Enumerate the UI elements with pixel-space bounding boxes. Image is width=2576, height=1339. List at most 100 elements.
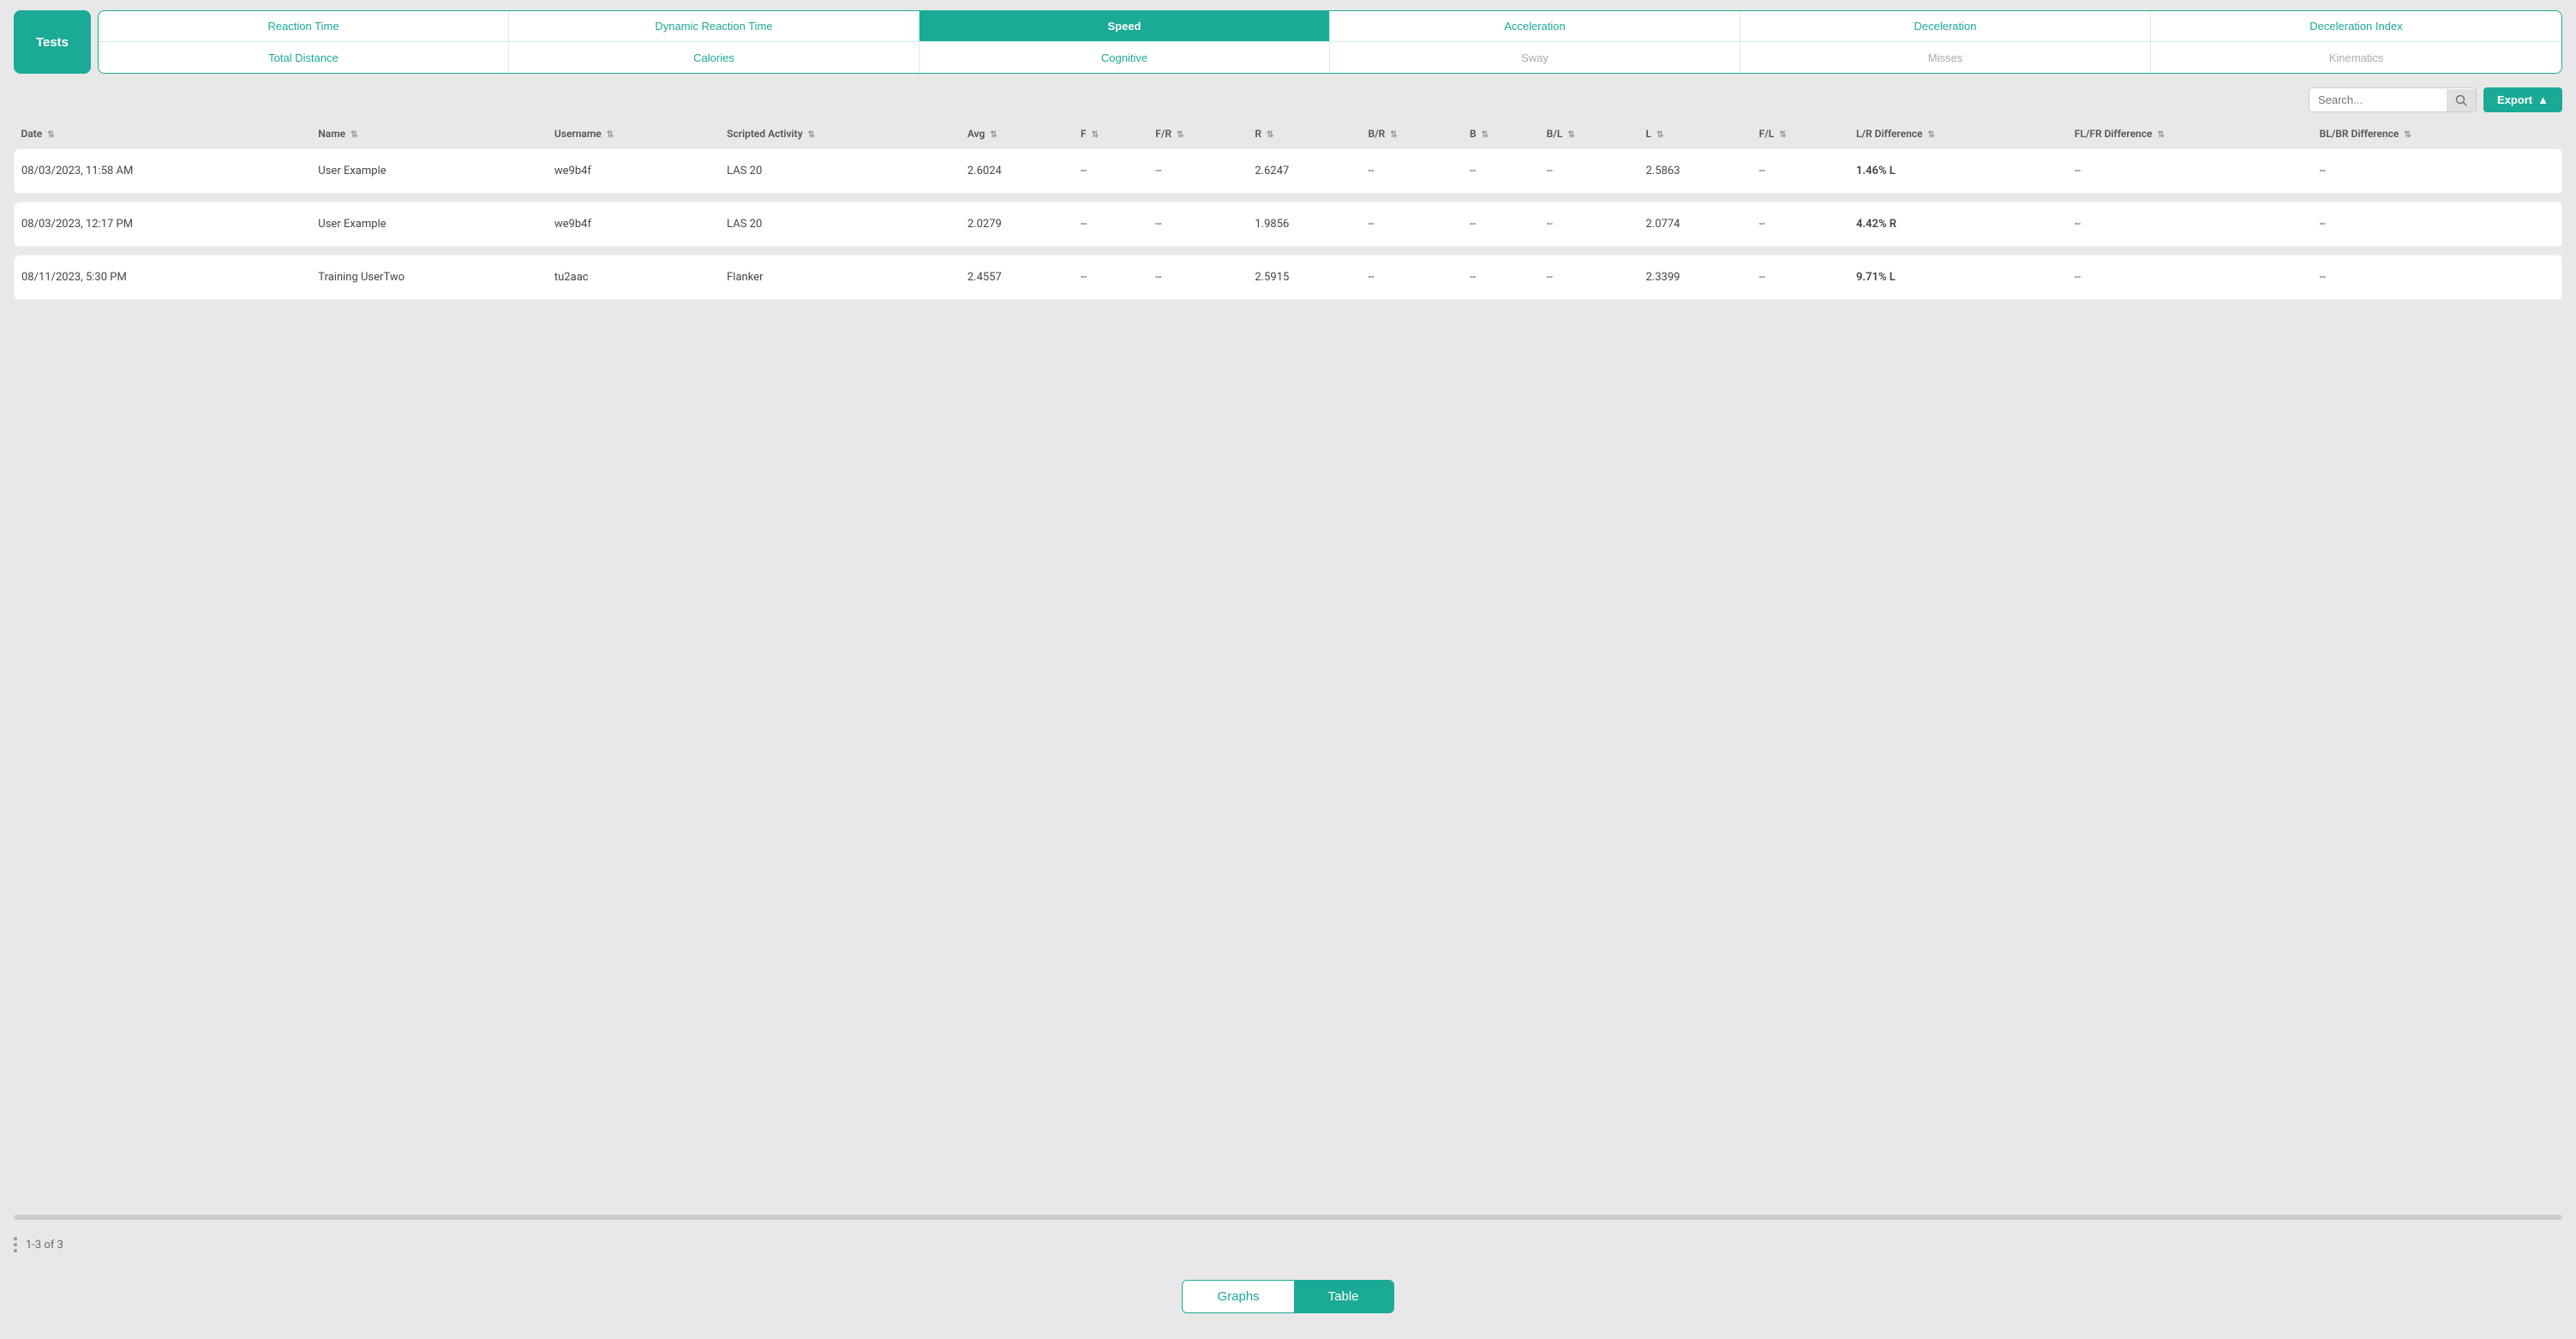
graphs-toggle-button[interactable]: Graphs [1183, 1281, 1293, 1312]
sort-icon-fr: ⇅ [1177, 130, 1183, 140]
sort-icon-username: ⇅ [607, 130, 614, 140]
col-fr[interactable]: F/R ⇅ [1148, 119, 1248, 149]
table-cell: -- [1463, 149, 1540, 194]
search-button[interactable] [2447, 89, 2476, 111]
table-cell: -- [1074, 255, 1148, 300]
table-cell: -- [1752, 202, 1849, 247]
table-cell: LAS 20 [720, 149, 961, 194]
table-cell: -- [1752, 255, 1849, 300]
table-cell: -- [1361, 202, 1462, 247]
col-blbr-difference[interactable]: BL/BR Difference ⇅ [2313, 119, 2562, 149]
col-r[interactable]: R ⇅ [1248, 119, 1361, 149]
table-cell: LAS 20 [720, 202, 961, 247]
col-name[interactable]: Name ⇅ [311, 119, 548, 149]
table-cell: -- [1463, 202, 1540, 247]
sort-icon-b: ⇅ [1482, 130, 1489, 140]
toggle-group: Graphs Table [1182, 1280, 1393, 1313]
sort-icon-lr-difference: ⇅ [1928, 130, 1935, 140]
col-lr-difference[interactable]: L/R Difference ⇅ [1849, 119, 2068, 149]
table-cell: 2.6024 [961, 149, 1074, 194]
sort-icon-blbr-difference: ⇅ [2404, 130, 2411, 140]
sort-icon-date: ⇅ [47, 130, 54, 140]
table-cell: -- [1540, 255, 1639, 300]
table-cell: 2.5915 [1248, 255, 1361, 300]
export-label: Export [2497, 93, 2532, 106]
table-cell: -- [2068, 255, 2313, 300]
col-f[interactable]: F ⇅ [1074, 119, 1148, 149]
tab-reaction-time[interactable]: Reaction Time [99, 11, 509, 42]
tab-calories[interactable]: Calories [509, 42, 920, 73]
dot1 [14, 1237, 17, 1240]
col-bl[interactable]: B/L ⇅ [1540, 119, 1639, 149]
col-username[interactable]: Username ⇅ [548, 119, 720, 149]
col-date[interactable]: Date ⇅ [15, 119, 312, 149]
table-cell: -- [2313, 202, 2562, 247]
col-fl[interactable]: F/L ⇅ [1752, 119, 1849, 149]
dot3 [14, 1249, 17, 1252]
tab-sway: Sway [1330, 42, 1740, 73]
table-cell: 2.4557 [961, 255, 1074, 300]
table-cell: -- [1540, 149, 1639, 194]
table-cell: 1.9856 [1248, 202, 1361, 247]
export-button[interactable]: Export ▲ [2483, 87, 2562, 112]
table-cell: 2.6247 [1248, 149, 1361, 194]
tab-deceleration[interactable]: Deceleration [1740, 11, 2151, 42]
table-cell: Training UserTwo [311, 255, 548, 300]
bottom-toggle: Graphs Table [0, 1263, 2576, 1339]
tab-acceleration[interactable]: Acceleration [1330, 11, 1740, 42]
table-row[interactable]: 08/03/2023, 11:58 AMUser Examplewe9b4fLA… [15, 149, 2562, 194]
table-cell: 1.46% L [1849, 149, 2068, 194]
table-cell: -- [1074, 149, 1148, 194]
table-cell: Flanker [720, 255, 961, 300]
col-flfr-difference[interactable]: FL/FR Difference ⇅ [2068, 119, 2313, 149]
chevron-up-icon: ▲ [2537, 93, 2549, 106]
table-toggle-button[interactable]: Table [1294, 1281, 1393, 1312]
table-cell: -- [2068, 202, 2313, 247]
pagination-menu[interactable] [14, 1237, 17, 1252]
tab-kinematics: Kinematics [2151, 42, 2561, 73]
table-cell: -- [1361, 149, 1462, 194]
tab-cognitive[interactable]: Cognitive [920, 42, 1330, 73]
tab-speed[interactable]: Speed [920, 11, 1330, 42]
data-table: Date ⇅ Name ⇅ Username ⇅ Scripted Activi… [14, 119, 2562, 300]
col-scripted-activity[interactable]: Scripted Activity ⇅ [720, 119, 961, 149]
table-container: Date ⇅ Name ⇅ Username ⇅ Scripted Activi… [0, 119, 2576, 1198]
col-avg[interactable]: Avg ⇅ [961, 119, 1074, 149]
top-nav: Tests Reaction Time Dynamic Reaction Tim… [0, 0, 2576, 74]
table-row[interactable]: 08/11/2023, 5:30 PMTraining UserTwotu2aa… [15, 255, 2562, 300]
table-row[interactable]: 08/03/2023, 12:17 PMUser Examplewe9b4fLA… [15, 202, 2562, 247]
scroll-bar[interactable] [14, 1215, 2562, 1220]
table-header-row: Date ⇅ Name ⇅ Username ⇅ Scripted Activi… [15, 119, 2562, 149]
table-cell: -- [1148, 255, 1248, 300]
table-cell: tu2aac [548, 255, 720, 300]
sort-icon-name: ⇅ [350, 130, 357, 140]
table-cell: -- [2313, 149, 2562, 194]
row-spacer [15, 247, 2562, 255]
table-cell: 08/11/2023, 5:30 PM [15, 255, 312, 300]
col-l[interactable]: L ⇅ [1638, 119, 1752, 149]
tab-total-distance[interactable]: Total Distance [99, 42, 509, 73]
table-cell: -- [1148, 202, 1248, 247]
dot2 [14, 1243, 17, 1246]
sort-icon-r: ⇅ [1267, 130, 1273, 140]
table-cell: -- [1752, 149, 1849, 194]
table-cell: 2.3399 [1638, 255, 1752, 300]
table-cell: -- [1540, 202, 1639, 247]
row-spacer [15, 194, 2562, 202]
table-cell: 2.5863 [1638, 149, 1752, 194]
sort-icon-br: ⇅ [1390, 130, 1397, 140]
table-cell: 4.42% R [1849, 202, 2068, 247]
table-cell: we9b4f [548, 202, 720, 247]
tab-dynamic-reaction-time[interactable]: Dynamic Reaction Time [509, 11, 920, 42]
tab-deceleration-index[interactable]: Deceleration Index [2151, 11, 2561, 42]
col-b[interactable]: B ⇅ [1463, 119, 1540, 149]
table-cell: -- [1148, 149, 1248, 194]
table-cell: 08/03/2023, 12:17 PM [15, 202, 312, 247]
search-input[interactable] [2309, 88, 2447, 111]
tab-misses: Misses [1740, 42, 2151, 73]
col-br[interactable]: B/R ⇅ [1361, 119, 1462, 149]
table-cell: -- [1074, 202, 1148, 247]
tests-button[interactable]: Tests [14, 10, 91, 74]
sort-icon-scripted-activity: ⇅ [808, 130, 815, 140]
table-cell: -- [1361, 255, 1462, 300]
